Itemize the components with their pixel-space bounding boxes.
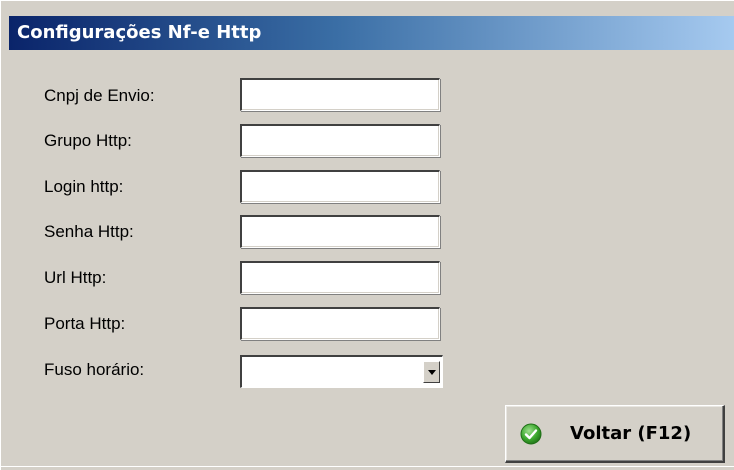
senha-http-input[interactable] bbox=[240, 215, 440, 248]
voltar-button[interactable]: Voltar (F12) bbox=[505, 405, 725, 463]
fuso-horario-label: Fuso horário: bbox=[44, 360, 145, 379]
chevron-down-icon bbox=[428, 370, 436, 375]
login-http-input[interactable] bbox=[240, 170, 440, 203]
login-http-label: Login http: bbox=[44, 177, 124, 196]
voltar-button-label: Voltar (F12) bbox=[570, 423, 692, 444]
config-window: Configurações Nf-e Http Cnpj de Envio: G… bbox=[0, 0, 734, 470]
url-http-label: Url Http: bbox=[44, 268, 107, 287]
cnpj-input[interactable] bbox=[240, 78, 440, 111]
panel-divider bbox=[1, 466, 734, 467]
grupo-http-label: Grupo Http: bbox=[44, 131, 132, 150]
fuso-horario-select[interactable] bbox=[240, 355, 443, 388]
title-bar: Configurações Nf-e Http bbox=[9, 16, 734, 50]
window-title: Configurações Nf-e Http bbox=[17, 22, 262, 43]
senha-http-label: Senha Http: bbox=[44, 222, 134, 241]
porta-http-label: Porta Http: bbox=[44, 314, 126, 333]
grupo-http-input[interactable] bbox=[240, 124, 440, 157]
url-http-input[interactable] bbox=[240, 261, 440, 294]
dropdown-arrow-button[interactable] bbox=[423, 361, 440, 383]
cnpj-label: Cnpj de Envio: bbox=[44, 86, 155, 105]
check-circle-icon bbox=[520, 423, 542, 445]
porta-http-input[interactable] bbox=[240, 307, 440, 340]
